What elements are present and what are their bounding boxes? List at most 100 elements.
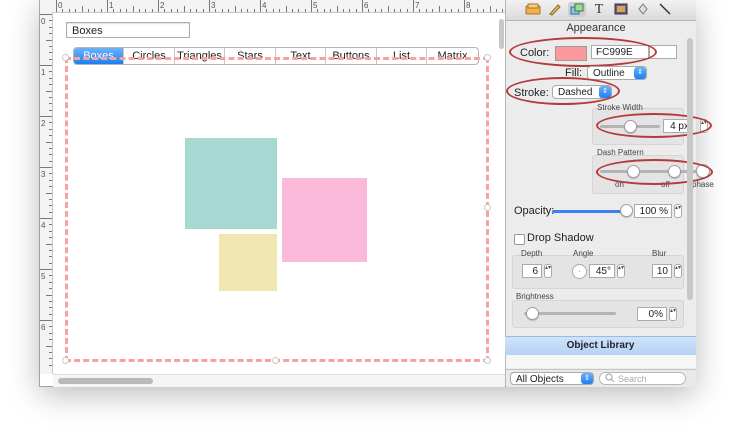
- drop-shadow-checkbox[interactable]: [514, 234, 525, 245]
- opacity-slider-track[interactable]: [552, 210, 626, 213]
- vertical-scrollbar[interactable]: [498, 13, 505, 374]
- ruler-number: 1: [41, 68, 46, 77]
- ruler-tick: [400, 9, 402, 12]
- object-library-strip: [506, 355, 696, 368]
- ruler-tick: [46, 39, 52, 41]
- ruler-tick: [381, 9, 383, 12]
- ruler-tick: [126, 9, 128, 12]
- dash-pattern-label: Dash Pattern: [597, 148, 644, 157]
- ruler-tick: [49, 237, 52, 239]
- vertical-scroll-thumb[interactable]: [499, 19, 504, 49]
- text-icon[interactable]: T: [590, 2, 608, 17]
- pencil-icon[interactable]: [546, 2, 564, 17]
- resize-handle-top-left[interactable]: [62, 54, 69, 61]
- blur-stepper[interactable]: ▴▾: [674, 264, 682, 278]
- ruler-tick: [49, 135, 52, 137]
- ruler-tick: [49, 186, 52, 188]
- inspector-scrollbar[interactable]: [687, 38, 693, 300]
- angle-stepper[interactable]: ▴▾: [617, 264, 625, 278]
- ruler-tick: [94, 9, 96, 12]
- ruler-number: 5: [41, 272, 46, 281]
- pink-box[interactable]: [282, 178, 367, 262]
- stroke-highlight-ring: [506, 77, 620, 105]
- ruler-tick: [139, 9, 140, 12]
- object-library-header[interactable]: Object Library: [505, 336, 696, 356]
- ruler-tick: [46, 345, 52, 347]
- ruler-tick: [49, 205, 52, 207]
- ruler-tick: [40, 320, 52, 321]
- stroke-width-label: Stroke Width: [597, 103, 643, 112]
- color-highlight-ring: [509, 37, 657, 67]
- opacity-slider-knob[interactable]: [620, 204, 633, 217]
- layers-icon[interactable]: [524, 2, 542, 17]
- ruler-tick: [49, 122, 52, 124]
- ruler-tick: [40, 167, 52, 168]
- ruler-number: 0: [41, 17, 46, 26]
- blur-field[interactable]: 10: [652, 264, 672, 278]
- ruler-tick: [40, 218, 52, 219]
- depth-field[interactable]: 6: [522, 264, 542, 278]
- fill-popup[interactable]: Outline ⇕: [587, 66, 647, 80]
- ruler-tick: [49, 148, 52, 149]
- resize-handle-top-right[interactable]: [484, 54, 491, 61]
- resize-handle-right[interactable]: [484, 204, 491, 211]
- ruler-tick: [49, 179, 52, 181]
- angle-dial-icon[interactable]: ·: [572, 264, 587, 279]
- ruler-tick: [483, 9, 485, 12]
- arrange-icon[interactable]: [568, 2, 586, 17]
- ruler-tick: [49, 33, 52, 35]
- ruler-tick: [394, 9, 395, 12]
- ruler-tick: [75, 9, 77, 12]
- ruler-tick: [260, 0, 261, 12]
- ruler-tick: [49, 307, 52, 309]
- ruler-tick: [272, 9, 274, 12]
- ruler-tick: [266, 9, 268, 12]
- opacity-stepper[interactable]: ▴▾: [674, 204, 682, 218]
- yellow-box[interactable]: [219, 234, 277, 291]
- ruler-tick: [49, 58, 52, 60]
- all-objects-popup[interactable]: All Objects ⇕: [510, 372, 594, 385]
- ruler-tick: [49, 288, 52, 290]
- line-icon[interactable]: [656, 2, 674, 17]
- ruler-tick: [349, 9, 351, 12]
- fill-value: Outline: [593, 68, 625, 79]
- ruler-tick: [49, 128, 52, 130]
- ruler-tick: [49, 358, 52, 360]
- name-field[interactable]: Boxes: [66, 22, 190, 38]
- ruler-tick: [228, 9, 230, 12]
- teal-box[interactable]: [185, 138, 277, 229]
- horizontal-scrollbar[interactable]: [53, 374, 505, 387]
- horizontal-scroll-thumb[interactable]: [58, 378, 153, 384]
- ruler-number: 4: [41, 221, 46, 230]
- angle-field[interactable]: 45°: [589, 264, 615, 278]
- ruler-tick: [317, 9, 319, 12]
- media-icon[interactable]: [612, 2, 630, 17]
- dash-phase-label: phase: [692, 180, 714, 189]
- resize-handle-bottom-left[interactable]: [62, 357, 69, 364]
- ruler-number: 2: [41, 119, 46, 128]
- ruler-tick: [40, 116, 52, 117]
- link-icon[interactable]: [634, 2, 652, 17]
- ruler-tick: [496, 9, 497, 12]
- brightness-stepper[interactable]: ▴▾: [669, 307, 677, 321]
- app-window: 012345678 0123456 Boxes Boxes Circles Tr…: [40, 0, 714, 387]
- ruler-tick: [49, 103, 52, 105]
- ruler-tick: [215, 9, 217, 12]
- selected-dashed-box[interactable]: [65, 57, 489, 362]
- ruler-tick: [119, 9, 121, 12]
- ruler-tick: [419, 9, 421, 12]
- brightness-slider-knob[interactable]: [526, 307, 539, 320]
- brightness-field[interactable]: 0%: [637, 307, 667, 321]
- ruler-tick: [49, 211, 52, 213]
- ruler-tick: [49, 77, 52, 79]
- ruler-tick: [49, 109, 52, 111]
- depth-stepper[interactable]: ▴▾: [544, 264, 552, 278]
- chevron-updown-icon: ⇕: [581, 373, 593, 384]
- search-icon: [605, 373, 615, 383]
- ruler-tick: [196, 9, 198, 12]
- resize-handle-bottom-right[interactable]: [484, 357, 491, 364]
- dash-pattern-highlight-ring: [596, 159, 713, 185]
- opacity-field[interactable]: 100 %: [634, 204, 672, 218]
- resize-handle-bottom[interactable]: [272, 357, 279, 364]
- ruler-tick: [445, 9, 446, 12]
